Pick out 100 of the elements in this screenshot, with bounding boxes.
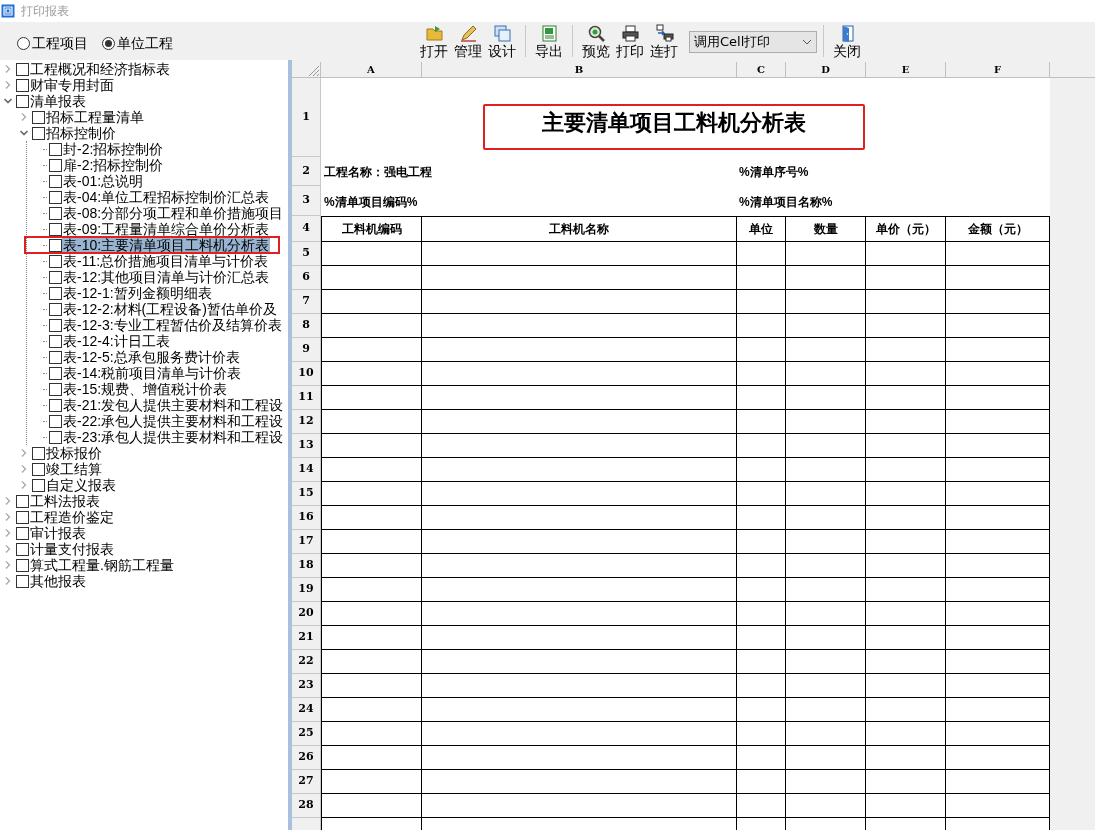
checkbox[interactable]	[16, 558, 29, 572]
checkbox[interactable]	[49, 238, 62, 252]
column-header[interactable]: F	[946, 62, 1050, 78]
tree-item[interactable]: 表-12-2:材料(工程设备)暂估单价及	[62, 301, 278, 317]
row-header[interactable]: 1	[292, 78, 321, 157]
row-header[interactable]: 22	[292, 650, 321, 674]
checkbox[interactable]	[49, 174, 62, 188]
tree-item[interactable]: 表-01:总说明	[62, 173, 145, 189]
row-header[interactable]: 14	[292, 458, 321, 482]
checkbox[interactable]	[16, 574, 29, 588]
row-header[interactable]: 18	[292, 554, 321, 578]
tree-item[interactable]: 表-12:其他项目清单与计价汇总表	[62, 269, 271, 285]
checkbox[interactable]	[49, 334, 62, 348]
row-header[interactable]: 27	[292, 770, 321, 794]
tree-item[interactable]: 招标工程量清单	[45, 109, 145, 125]
checkbox[interactable]	[49, 190, 62, 204]
checkbox[interactable]	[49, 286, 62, 300]
row-header[interactable]: 9	[292, 338, 321, 362]
tree-item[interactable]: 招标控制价	[45, 125, 117, 141]
radio-label[interactable]: 单位工程	[117, 32, 173, 54]
tree-item[interactable]: 表-11:总价措施项目清单与计价表	[62, 253, 270, 269]
toolbar-button[interactable]: 连打	[647, 24, 681, 59]
tree-item[interactable]: 表-10:主要清单项目工料机分析表	[62, 237, 271, 253]
checkbox[interactable]	[49, 270, 62, 284]
checkbox[interactable]	[32, 110, 45, 124]
tree-item[interactable]: 表-12-5:总承包服务费计价表	[62, 349, 241, 365]
row-header[interactable]: 12	[292, 410, 321, 434]
checkbox[interactable]	[16, 542, 29, 556]
checkbox[interactable]	[16, 94, 29, 108]
column-header[interactable]: E	[866, 62, 946, 78]
row-header[interactable]: 4	[292, 216, 321, 242]
tree-item[interactable]: 算式工程量.钢筋工程量	[29, 557, 175, 573]
tree-item[interactable]: 竣工结算	[45, 461, 103, 477]
checkbox[interactable]	[32, 478, 45, 492]
tree-item[interactable]: 扉-2:招标控制价	[62, 157, 165, 173]
checkbox[interactable]	[49, 398, 62, 412]
tree-item[interactable]: 工程概况和经济指标表	[29, 61, 171, 77]
toolbar-button[interactable]: 预览	[579, 24, 613, 59]
tree-item[interactable]: 工程造价鉴定	[29, 509, 115, 525]
row-header[interactable]: 25	[292, 722, 321, 746]
checkbox[interactable]	[49, 350, 62, 364]
tree-item[interactable]: 表-23:承包人提供主要材料和工程设	[62, 429, 285, 445]
checkbox[interactable]	[16, 78, 29, 92]
row-header[interactable]: 21	[292, 626, 321, 650]
tree-item[interactable]: 表-12-4:计日工表	[62, 333, 171, 349]
row-header[interactable]: 2	[292, 157, 321, 186]
column-header[interactable]: A	[321, 62, 422, 78]
tree-item[interactable]: 自定义报表	[45, 477, 117, 493]
checkbox[interactable]	[49, 142, 62, 156]
row-header[interactable]: 10	[292, 362, 321, 386]
row-header[interactable]: 15	[292, 482, 321, 506]
row-header[interactable]: 13	[292, 434, 321, 458]
toolbar-button[interactable]: 设计	[485, 24, 519, 59]
tree-item[interactable]: 工料法报表	[29, 493, 101, 509]
checkbox[interactable]	[49, 302, 62, 316]
row-header[interactable]: 24	[292, 698, 321, 722]
row-header[interactable]: 5	[292, 242, 321, 266]
tree-item[interactable]: 计量支付报表	[29, 541, 115, 557]
tree-item[interactable]: 表-15:规费、增值税计价表	[62, 381, 229, 397]
tree-item[interactable]: 封-2:招标控制价	[62, 141, 165, 157]
radio-button[interactable]	[17, 36, 30, 50]
toolbar-button[interactable]: 管理	[451, 24, 485, 59]
tree-item[interactable]: 表-12-1:暂列金额明细表	[62, 285, 213, 301]
row-header[interactable]: 6	[292, 266, 321, 290]
checkbox[interactable]	[16, 62, 29, 76]
checkbox[interactable]	[16, 510, 29, 524]
row-header[interactable]: 28	[292, 794, 321, 818]
chevron-down-icon[interactable]	[4, 97, 12, 105]
tree-item[interactable]: 表-04:单位工程招标控制价汇总表	[62, 189, 271, 205]
checkbox[interactable]	[49, 222, 62, 236]
tree-item[interactable]: 投标报价	[45, 445, 103, 461]
checkbox[interactable]	[49, 366, 62, 380]
tree-item[interactable]: 财审专用封面	[29, 77, 115, 93]
column-header[interactable]: C	[737, 62, 786, 78]
column-header[interactable]: D	[786, 62, 866, 78]
row-header[interactable]: 23	[292, 674, 321, 698]
checkbox[interactable]	[32, 126, 45, 140]
row-header[interactable]: 16	[292, 506, 321, 530]
checkbox[interactable]	[32, 446, 45, 460]
radio-button[interactable]	[102, 36, 115, 50]
tree-item[interactable]: 其他报表	[29, 573, 87, 589]
checkbox[interactable]	[49, 414, 62, 428]
checkbox[interactable]	[49, 430, 62, 444]
chevron-down-icon[interactable]	[20, 129, 28, 137]
toolbar-button[interactable]: 打开	[417, 24, 451, 59]
checkbox[interactable]	[49, 254, 62, 268]
row-header[interactable]: 26	[292, 746, 321, 770]
toolbar-button[interactable]: 导出	[532, 24, 566, 59]
tree-item[interactable]: 表-21:发包人提供主要材料和工程设	[62, 397, 285, 413]
row-header[interactable]: 3	[292, 186, 321, 216]
radio-label[interactable]: 工程项目	[32, 32, 88, 54]
row-header[interactable]: 7	[292, 290, 321, 314]
row-header[interactable]: 20	[292, 602, 321, 626]
tree-item[interactable]: 表-09:工程量清单综合单价分析表	[62, 221, 271, 237]
toolbar-button[interactable]: 关闭	[830, 24, 864, 59]
tree-item[interactable]: 审计报表	[29, 525, 87, 541]
tree-item[interactable]: 表-14:税前项目清单与计价表	[62, 365, 243, 381]
checkbox[interactable]	[49, 158, 62, 172]
checkbox[interactable]	[49, 318, 62, 332]
row-header[interactable]: 17	[292, 530, 321, 554]
